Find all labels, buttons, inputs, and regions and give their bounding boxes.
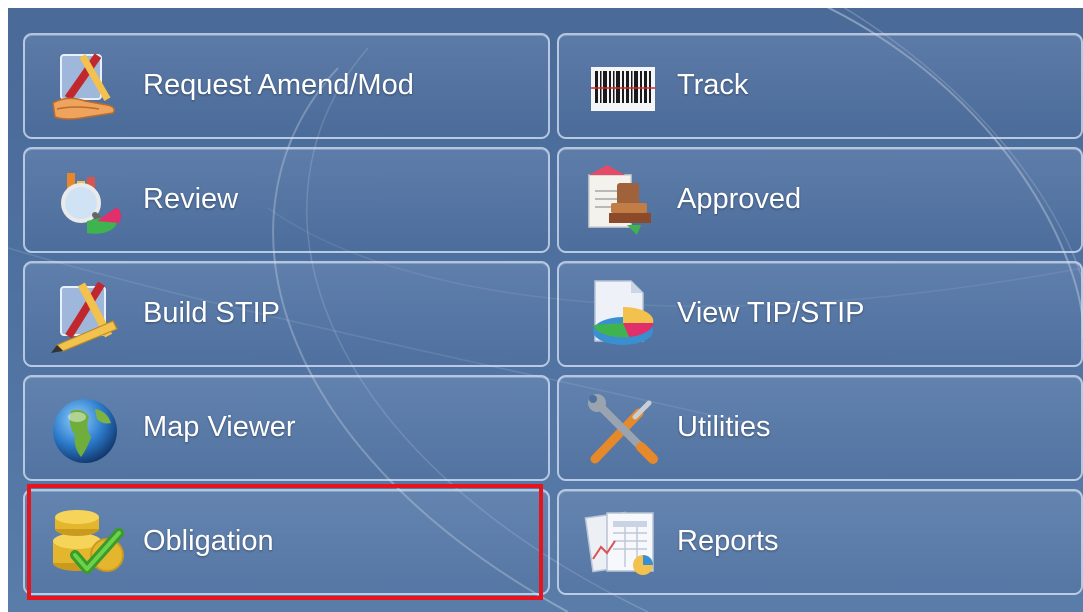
utilities-button[interactable]: Utilities bbox=[557, 375, 1083, 481]
tile-label: View TIP/STIP bbox=[677, 297, 865, 329]
report-document-icon bbox=[581, 503, 665, 585]
tile-label: Reports bbox=[677, 525, 779, 557]
globe-icon bbox=[47, 389, 131, 471]
barcode-icon bbox=[581, 47, 665, 129]
tile-label: Track bbox=[677, 69, 749, 101]
pie-chart-document-icon bbox=[581, 275, 665, 357]
view-tip-stip-button[interactable]: View TIP/STIP bbox=[557, 261, 1083, 367]
tile-label: Build STIP bbox=[143, 297, 280, 329]
map-viewer-button[interactable]: Map Viewer bbox=[23, 375, 550, 481]
build-stip-button[interactable]: Build STIP bbox=[23, 261, 550, 367]
tile-label: Review bbox=[143, 183, 239, 215]
obligation-button[interactable]: Obligation bbox=[23, 489, 550, 595]
tile-label: Approved bbox=[677, 183, 802, 215]
drafting-tools-icon bbox=[47, 275, 131, 357]
coins-checkmark-icon bbox=[47, 503, 131, 585]
wrench-screwdriver-icon bbox=[581, 389, 665, 471]
reports-button[interactable]: Reports bbox=[557, 489, 1083, 595]
tile-label: Map Viewer bbox=[143, 411, 296, 443]
pencil-hand-icon bbox=[47, 47, 131, 129]
review-button[interactable]: Review bbox=[23, 147, 550, 253]
tile-label: Utilities bbox=[677, 411, 771, 443]
tile-label: Request Amend/Mod bbox=[143, 69, 414, 101]
track-button[interactable]: Track bbox=[557, 33, 1083, 139]
main-menu-panel: Request Amend/Mod Track Review Approved … bbox=[8, 8, 1083, 612]
approved-button[interactable]: Approved bbox=[557, 147, 1083, 253]
stamp-icon bbox=[581, 161, 665, 243]
tile-label: Obligation bbox=[143, 525, 274, 557]
request-amend-mod-button[interactable]: Request Amend/Mod bbox=[23, 33, 550, 139]
magnifier-chart-icon bbox=[47, 161, 131, 243]
